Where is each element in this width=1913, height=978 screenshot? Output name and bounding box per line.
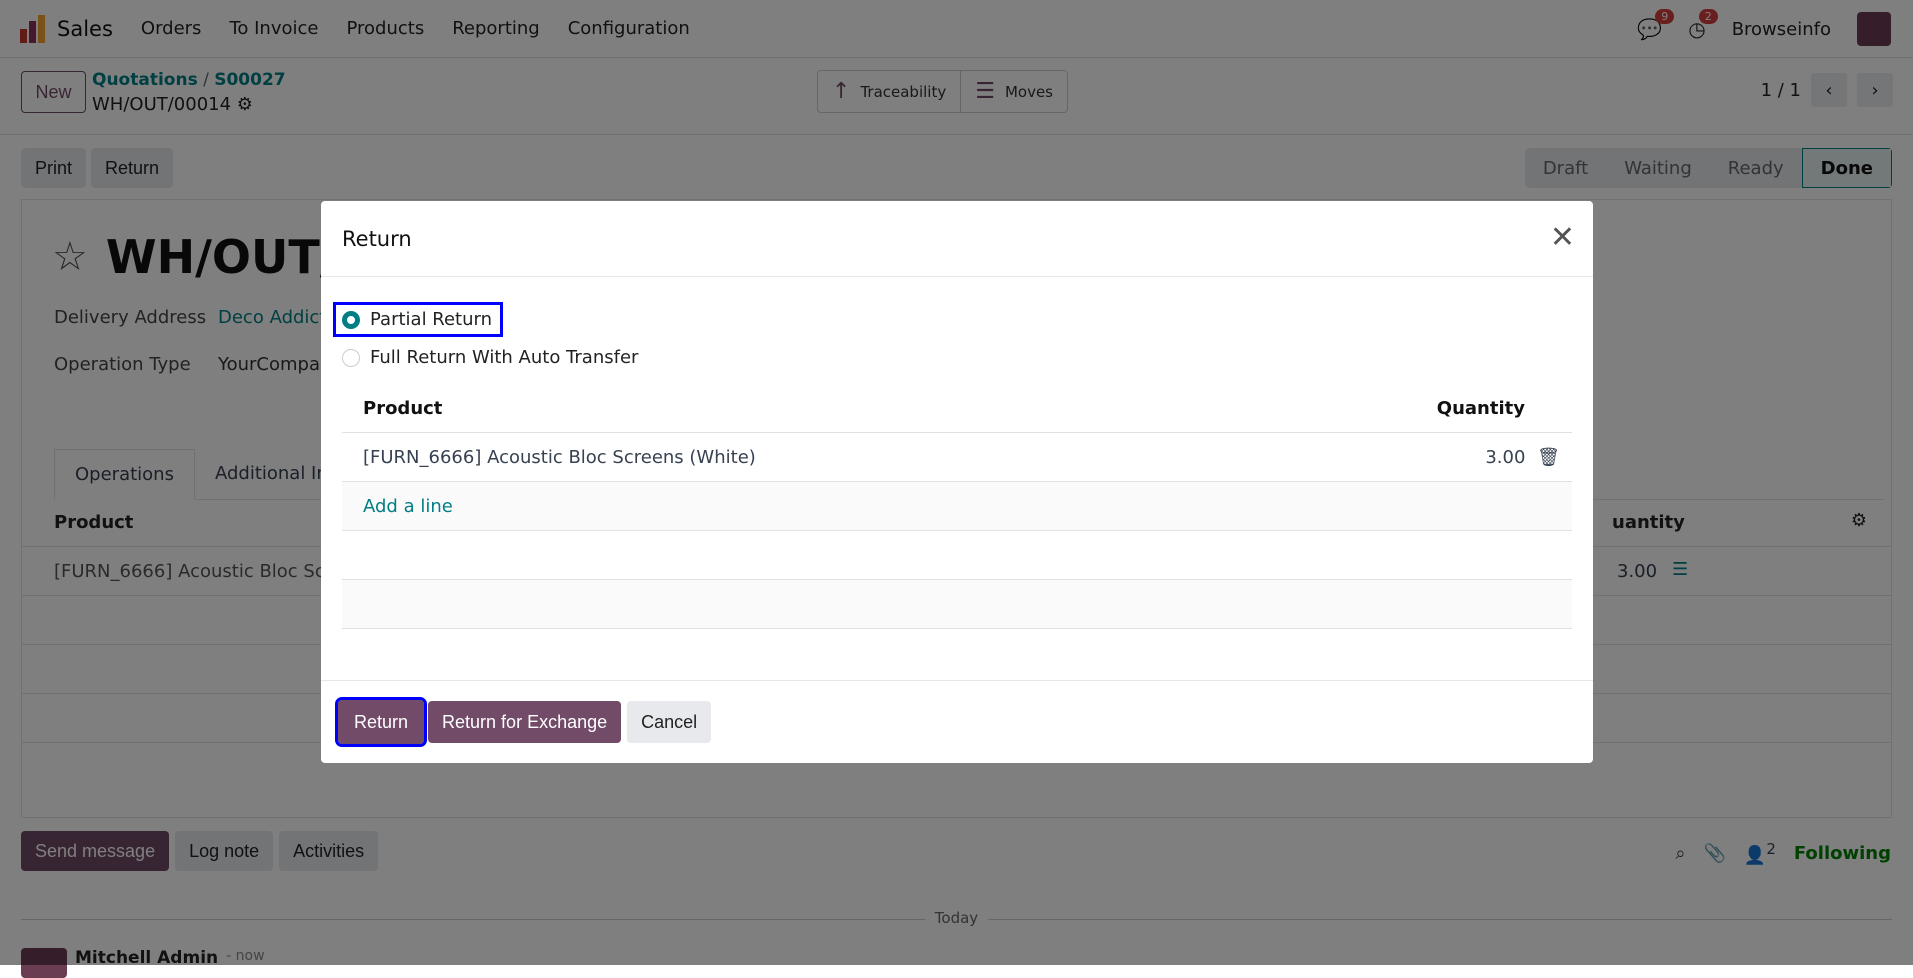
- close-icon[interactable]: ✕: [1550, 223, 1575, 253]
- add-line-link[interactable]: Add a line: [363, 496, 453, 517]
- return-lines-table: Product Quantity [FURN_6666] Acoustic Blo…: [342, 384, 1572, 629]
- column-quantity: Quantity: [1436, 397, 1525, 419]
- dialog-footer: Return Return for Exchange Cancel: [321, 680, 1593, 763]
- radio-label: Full Return With Auto Transfer: [370, 347, 639, 368]
- return-for-exchange-button[interactable]: Return for Exchange: [428, 701, 622, 743]
- full-return-radio[interactable]: Full Return With Auto Transfer: [342, 347, 638, 368]
- dialog-title: Return: [342, 226, 412, 251]
- trash-icon[interactable]: 🗑: [1537, 447, 1560, 468]
- radio-label: Partial Return: [370, 309, 493, 330]
- return-dialog: Return ✕ Partial Return Full Return With…: [321, 201, 1593, 763]
- cancel-button[interactable]: Cancel: [627, 701, 712, 743]
- column-product: Product: [363, 397, 443, 419]
- radio-checked-icon: [342, 310, 360, 329]
- partial-return-radio[interactable]: Partial Return: [332, 302, 504, 337]
- radio-unchecked-icon: [342, 348, 360, 367]
- row-quantity[interactable]: 3.00: [1485, 447, 1525, 468]
- return-confirm-button[interactable]: Return: [334, 697, 428, 747]
- row-product: [FURN_6666] Acoustic Bloc Screens (White…: [363, 446, 756, 468]
- table-row[interactable]: [FURN_6666] Acoustic Bloc Screens (White…: [342, 433, 1572, 482]
